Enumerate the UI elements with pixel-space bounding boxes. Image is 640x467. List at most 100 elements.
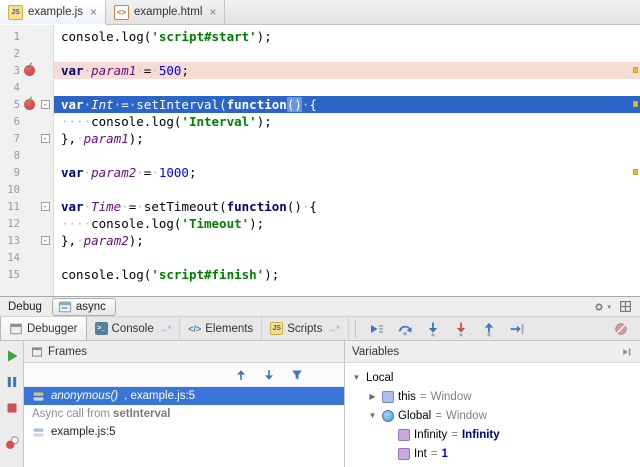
stack-frame-current-icon	[32, 390, 45, 403]
console-tab-icon: >_	[95, 322, 108, 335]
expander-closed-icon[interactable]: ▶	[367, 392, 378, 401]
frame-label-part: anonymous()	[51, 390, 118, 402]
editor-gutter: 12345-67-891011-1213-1415	[0, 25, 54, 296]
line-number: 2	[0, 48, 20, 60]
code-line[interactable]: },·param2);	[54, 232, 640, 249]
fold-marker-icon[interactable]: -	[41, 236, 50, 245]
code-line[interactable]	[54, 249, 640, 266]
warning-stripe-mark[interactable]	[633, 169, 638, 175]
line-number: 7	[0, 133, 20, 145]
ide-window: JSexample.js×<>example.html× 12345-67-89…	[0, 0, 640, 467]
code-line[interactable]: console.log('script#start');	[54, 28, 640, 45]
fold-area: -	[38, 202, 52, 211]
session-tab-async[interactable]: async	[52, 298, 116, 316]
fold-area: -	[38, 236, 52, 245]
restore-layout-icon[interactable]	[619, 300, 632, 313]
debug-left-toolbar	[0, 341, 24, 467]
frame-down-icon[interactable]	[262, 368, 276, 382]
code-area[interactable]: console.log('script#start'); var·param1·=…	[54, 25, 640, 296]
line-number: 8	[0, 150, 20, 162]
frame-up-icon[interactable]	[234, 368, 248, 382]
run-to-cursor-icon[interactable]	[506, 319, 528, 339]
fold-marker-icon[interactable]: -	[41, 100, 50, 109]
async-label-part: setInterval	[113, 408, 171, 420]
show-execution-point-icon[interactable]	[366, 319, 388, 339]
fold-marker-icon[interactable]: -	[41, 202, 50, 211]
stack-frame-row[interactable]: example.js:5	[24, 423, 344, 441]
editor-tab-bar: JSexample.js×<>example.html×	[0, 0, 640, 25]
mute-breakpoints-icon[interactable]	[610, 319, 632, 339]
variables-header: Variables	[345, 341, 640, 363]
gutter-row: 7-	[0, 130, 53, 147]
toolbar-separator	[355, 320, 356, 337]
variable-row[interactable]: ▼Global = Window	[345, 406, 640, 425]
frames-panel-icon	[31, 346, 43, 358]
variable-name: Int	[414, 448, 427, 460]
gutter-row: 6	[0, 113, 53, 130]
warning-stripe-mark[interactable]	[633, 67, 638, 73]
code-line[interactable]: },·param1);	[54, 130, 640, 147]
code-line[interactable]: ····console.log('Interval');	[54, 113, 640, 130]
gutter-row: 13 -	[0, 232, 53, 249]
force-step-into-icon[interactable]	[450, 319, 472, 339]
breakpoint-icon[interactable]	[24, 65, 35, 76]
equals-sign: =	[451, 429, 458, 441]
close-tab-icon[interactable]: ×	[209, 5, 216, 19]
debug-tab-label: Debugger	[27, 323, 78, 335]
stop-icon[interactable]	[3, 399, 21, 417]
debug-toolbar: Debugger >_Console→*</>Elements JS Scripts →…	[0, 317, 640, 341]
editor-tab-example.js[interactable]: JS example.js ×	[0, 0, 106, 25]
view-breakpoints-icon[interactable]	[3, 434, 21, 452]
step-over-icon[interactable]	[394, 319, 416, 339]
scripts-tab-icon: JS	[270, 322, 283, 335]
line-number: 13	[0, 235, 20, 247]
debug-tab-console[interactable]: >_Console→*	[87, 317, 181, 340]
debug-tab-scripts[interactable]: JSScripts→*	[262, 317, 349, 340]
tab-label: example.js	[28, 6, 83, 18]
editor: 12345-67-891011-1213-1415 console.log('s…	[0, 25, 640, 296]
frames-header: Frames	[24, 341, 344, 363]
code-line[interactable]: ····console.log('Timeout');	[54, 215, 640, 232]
debug-tab-debugger[interactable]: Debugger	[0, 317, 87, 340]
code-line[interactable]: console.log('script#finish');	[54, 266, 640, 283]
debug-tab-elements[interactable]: </>Elements	[180, 317, 262, 340]
step-out-icon[interactable]	[478, 319, 500, 339]
variable-row[interactable]: Int = 1	[345, 444, 640, 463]
variable-value: Infinity	[462, 429, 500, 441]
code-line[interactable]: var·Int·=·setInterval(function()·{	[54, 96, 640, 113]
variable-row[interactable]: Infinity = Infinity	[345, 425, 640, 444]
breakpoint-icon[interactable]	[24, 99, 35, 110]
stack-frame-row[interactable]: anonymous(), example.js:5	[24, 387, 344, 405]
settings-icon[interactable]: ▾	[592, 300, 611, 314]
debug-tab-label: Scripts	[287, 323, 322, 335]
equals-sign: =	[431, 448, 438, 460]
hide-variables-icon[interactable]	[621, 346, 633, 358]
js-file-icon: JS	[8, 5, 23, 20]
variable-row[interactable]: ▶this = Window	[345, 387, 640, 406]
equals-sign: =	[420, 391, 427, 403]
gutter-row: 1	[0, 28, 53, 45]
expander-open-icon[interactable]: ▼	[367, 411, 378, 420]
resume-icon[interactable]	[3, 347, 21, 365]
warning-stripe-mark[interactable]	[633, 101, 638, 107]
fold-marker-icon[interactable]: -	[41, 134, 50, 143]
editor-tab-example.html[interactable]: <>example.html×	[106, 0, 225, 24]
code-line[interactable]	[54, 147, 640, 164]
step-into-icon[interactable]	[422, 319, 444, 339]
code-line[interactable]: var·param2·=·1000;	[54, 164, 640, 181]
gutter-row: 2	[0, 45, 53, 62]
expander-open-icon[interactable]: ▼	[351, 373, 362, 382]
async-label-part: Async call from	[32, 408, 110, 420]
pause-icon[interactable]	[3, 373, 21, 391]
code-line[interactable]	[54, 181, 640, 198]
code-line[interactable]: var·Time·=·setTimeout(function()·{	[54, 198, 640, 215]
code-line[interactable]	[54, 45, 640, 62]
filter-icon[interactable]	[290, 368, 304, 382]
fold-area: -	[38, 134, 52, 143]
gutter-row: 10	[0, 181, 53, 198]
code-line[interactable]	[54, 79, 640, 96]
variable-row[interactable]: ▼Local	[345, 368, 640, 387]
close-tab-icon[interactable]: ×	[90, 5, 97, 19]
code-line[interactable]: var·param1·=·500;	[54, 62, 640, 79]
new-output-mark: →*	[159, 324, 172, 334]
